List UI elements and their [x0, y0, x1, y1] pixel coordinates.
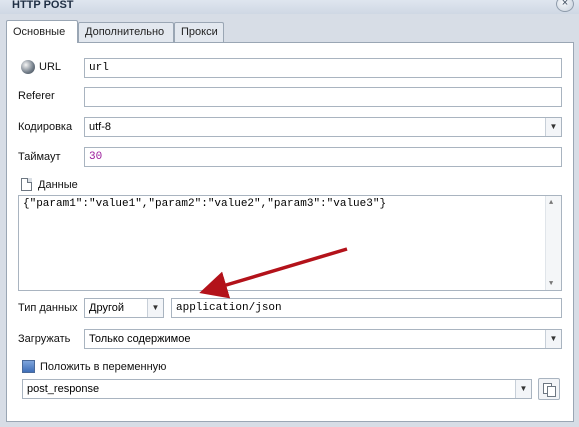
encoding-select[interactable]: utf-8 ▼ [84, 117, 562, 137]
variable-value: post_response [27, 383, 100, 395]
referer-label: Referer [18, 90, 55, 102]
url-label: URL [39, 61, 62, 73]
save-to-variable-checkbox[interactable] [22, 360, 35, 373]
load-label: Загружать [18, 333, 71, 345]
data-scrollbar[interactable]: ▲ ▼ [545, 196, 561, 290]
copy-button[interactable] [538, 378, 560, 400]
data-type-select[interactable]: Другой ▼ [84, 298, 164, 318]
data-type-value: Другой [89, 302, 124, 314]
window-title: HTTP POST [12, 0, 74, 11]
tab-main[interactable]: Основные [6, 20, 78, 43]
scroll-down-icon[interactable]: ▼ [549, 280, 553, 288]
close-button[interactable]: × [556, 0, 574, 12]
data-type-label: Тип данных [18, 302, 78, 314]
encoding-label: Кодировка [18, 121, 73, 133]
variable-select[interactable]: post_response ▼ [22, 379, 532, 399]
chevron-down-icon[interactable]: ▼ [147, 299, 163, 317]
tab-additional[interactable]: Дополнительно [78, 22, 174, 42]
scroll-up-icon[interactable]: ▲ [549, 199, 553, 207]
timeout-label: Таймаут [18, 151, 61, 163]
document-icon [21, 178, 32, 191]
save-to-variable-label: Положить в переменную [40, 361, 167, 373]
timeout-input[interactable]: 30 [84, 147, 562, 167]
content-type-input[interactable]: application/json [171, 298, 562, 318]
chevron-down-icon[interactable]: ▼ [545, 330, 561, 348]
url-input[interactable]: url [84, 58, 562, 78]
title-bar: HTTP POST × [0, 0, 579, 14]
data-label: Данные [38, 179, 78, 191]
main-panel: URL url Referer Кодировка utf-8 ▼ Таймау… [6, 42, 574, 422]
encoding-value: utf-8 [89, 121, 112, 133]
globe-icon [21, 60, 35, 74]
close-icon: × [561, 0, 569, 9]
load-value: Только содержимое [89, 333, 191, 345]
data-text: {"param1":"value1","param2":"value2","pa… [23, 198, 387, 210]
chevron-down-icon[interactable]: ▼ [515, 380, 531, 398]
data-textarea[interactable]: {"param1":"value1","param2":"value2","pa… [18, 195, 562, 291]
referer-input[interactable] [84, 87, 562, 107]
chevron-down-icon[interactable]: ▼ [545, 118, 561, 136]
load-select[interactable]: Только содержимое ▼ [84, 329, 562, 349]
tab-proxy[interactable]: Прокси [174, 22, 224, 42]
